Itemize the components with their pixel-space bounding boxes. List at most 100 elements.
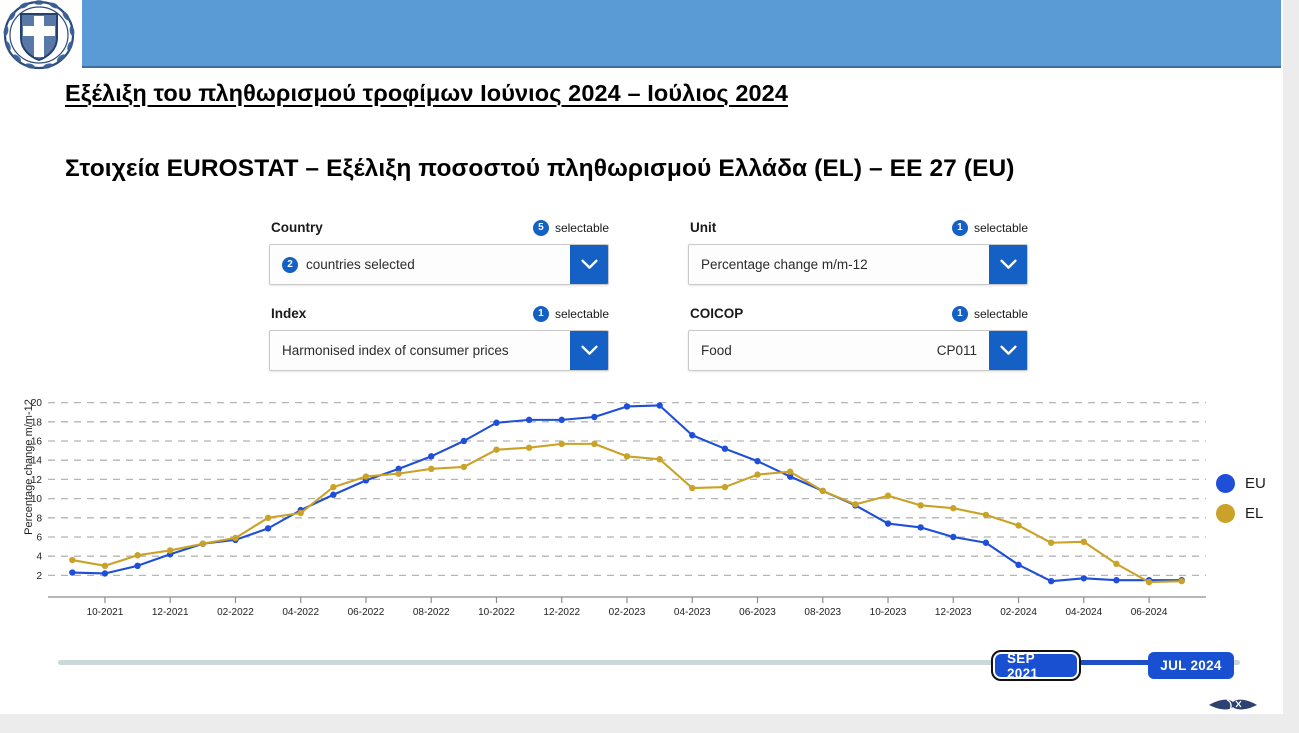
data-point: [950, 533, 957, 541]
slider-handle-start[interactable]: SEP 2021: [991, 650, 1081, 681]
selector-index: Index 1 selectable Harmonised index of c…: [269, 306, 609, 371]
index-dropdown-value-area[interactable]: Harmonised index of consumer prices: [270, 331, 570, 370]
x-axis-tick-label: 06-2023: [739, 607, 776, 618]
data-point: [1047, 539, 1055, 546]
data-point: [982, 539, 990, 546]
data-point: [264, 525, 272, 532]
data-point: [134, 552, 141, 559]
data-point: [493, 446, 500, 453]
coicop-dropdown-value-area[interactable]: Food CP011: [689, 331, 989, 370]
data-point: [623, 403, 631, 410]
data-point: [493, 419, 500, 426]
selectable-count-badge: 1: [951, 306, 968, 322]
data-point: [1080, 575, 1088, 582]
chart-canvas: 246810121416182010-2021 12-2021 02-2022 04-…: [31, 398, 1206, 618]
selector-country-label: Country: [271, 220, 323, 235]
x-axis-tick-label: 06-2024: [1131, 607, 1168, 618]
coicop-dropdown-code: CP011: [936, 343, 977, 358]
index-dropdown[interactable]: Harmonised index of consumer prices: [269, 330, 609, 371]
index-dropdown-toggle[interactable]: [570, 331, 608, 370]
data-point: [362, 473, 370, 480]
selectable-text: selectable: [973, 221, 1028, 235]
x-axis-tick-label: 12-2022: [543, 607, 580, 618]
data-point: [754, 471, 761, 478]
data-point: [1145, 578, 1153, 586]
greek-coat-of-arms-icon: [3, 0, 75, 70]
data-point: [884, 492, 892, 499]
data-point: [330, 491, 337, 498]
legend-item-el[interactable]: EL: [1216, 498, 1266, 528]
chart-legend: EU EL: [1216, 468, 1266, 528]
selector-country-header: Country 5 selectable: [269, 220, 609, 240]
selectable-count-badge: 5: [532, 220, 549, 236]
y-axis-tick-label: 6: [36, 533, 42, 544]
data-point: [297, 509, 304, 517]
unit-dropdown-toggle[interactable]: [989, 245, 1027, 284]
slider-handle-end[interactable]: JUL 2024: [1148, 652, 1234, 679]
bottom-gutter: [0, 714, 1299, 733]
selector-unit-header: Unit 1 selectable: [688, 220, 1028, 240]
selector-country: Country 5 selectable 2 countries selecte…: [269, 220, 609, 285]
legend-item-eu[interactable]: EU: [1216, 468, 1266, 498]
x-axis-tick-label: 10-2021: [87, 607, 124, 618]
data-point: [721, 445, 729, 452]
unit-dropdown-value: Percentage change m/m-12: [701, 257, 868, 272]
coicop-dropdown-toggle[interactable]: [989, 331, 1027, 370]
legend-label: EL: [1245, 504, 1264, 522]
legend-label: EU: [1245, 474, 1266, 492]
x-axis-tick-label: 08-2022: [413, 607, 450, 618]
footer-logo-icon: [1209, 699, 1257, 711]
data-point: [232, 534, 239, 542]
data-point: [134, 562, 141, 569]
data-point: [1015, 522, 1022, 529]
coicop-dropdown-value: Food: [701, 343, 732, 358]
x-axis-tick-label: 04-2023: [674, 607, 711, 618]
time-range-slider[interactable]: SEP 2021 JUL 2024: [58, 650, 1240, 692]
data-point: [1113, 560, 1120, 568]
country-dropdown[interactable]: 2 countries selected: [269, 244, 609, 285]
selectable-text: selectable: [973, 307, 1028, 321]
data-point: [1113, 577, 1120, 584]
data-point: [199, 540, 207, 547]
x-axis-tick-label: 06-2022: [348, 607, 385, 618]
data-point: [689, 432, 696, 439]
selector-index-count: 1 selectable: [532, 306, 609, 322]
selector-unit-count: 1 selectable: [951, 220, 1028, 236]
selector-unit-label: Unit: [690, 220, 717, 235]
selectable-text: selectable: [554, 221, 609, 235]
x-axis-tick-label: 10-2022: [478, 607, 515, 618]
data-point: [525, 416, 533, 424]
slide-surface: Εξέλιξη του πληθωρισμού τροφίμων Ιούνιος…: [0, 0, 1283, 714]
selector-country-count: 5 selectable: [532, 220, 609, 236]
selected-count-badge: 2: [282, 256, 298, 273]
data-point: [69, 556, 76, 564]
data-point: [1080, 538, 1088, 545]
page-subtitle: Στοιχεία EUROSTAT – Εξέλιξη ποσοστού πλη…: [65, 155, 1015, 182]
header-underline: [82, 66, 1281, 68]
data-point: [656, 402, 663, 409]
x-axis-tick-label: 10-2023: [870, 607, 907, 618]
data-point: [591, 413, 598, 421]
unit-dropdown[interactable]: Percentage change m/m-12: [688, 244, 1028, 285]
inflation-line-chart: Percentage change m/m-12 2 4 6 8 10 12 14 16 18 2…: [0, 383, 1283, 633]
data-point: [1015, 561, 1022, 569]
data-point: [950, 505, 957, 512]
chevron-down-icon: [999, 345, 1017, 355]
unit-dropdown-value-area[interactable]: Percentage change m/m-12: [689, 245, 989, 284]
page-title: Εξέλιξη του πληθωρισμού τροφίμων Ιούνιος…: [65, 80, 789, 106]
legend-color-dot: [1216, 473, 1235, 493]
y-axis-tick-label: 2: [36, 571, 42, 582]
y-axis-tick-label: 4: [36, 552, 42, 563]
coicop-dropdown[interactable]: Food CP011: [688, 330, 1028, 371]
selector-coicop-count: 1 selectable: [951, 306, 1028, 322]
data-point: [982, 511, 990, 519]
data-point: [852, 501, 859, 508]
country-dropdown-toggle[interactable]: [570, 245, 608, 284]
header-band: [82, 0, 1281, 66]
chart-y-axis-label: Percentage change m/m-12: [23, 399, 35, 535]
selector-unit: Unit 1 selectable Percentage change m/m-…: [688, 220, 1028, 285]
data-point: [917, 502, 924, 509]
country-dropdown-value-area[interactable]: 2 countries selected: [270, 245, 570, 284]
data-point: [1178, 577, 1185, 585]
series-line-eu: [71, 404, 1183, 583]
